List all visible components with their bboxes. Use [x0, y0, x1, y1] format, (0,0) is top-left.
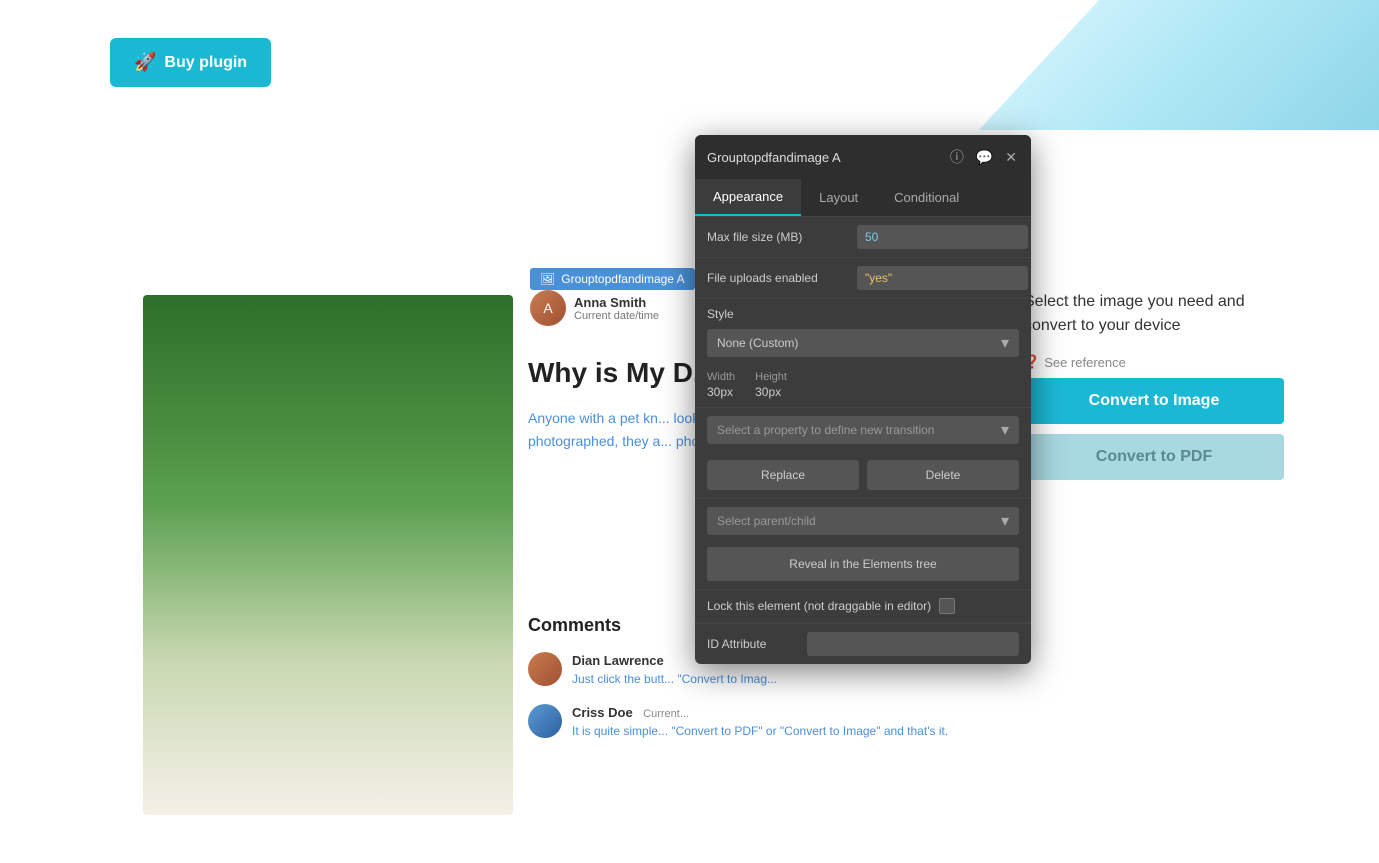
author-name: Anna Smith	[574, 295, 659, 310]
right-side-content: Select the image you need and convert to…	[1024, 290, 1294, 480]
see-reference-link[interactable]: ❓ See reference	[1024, 354, 1294, 370]
action-row: Replace Delete	[695, 452, 1031, 498]
replace-button[interactable]: Replace	[707, 460, 859, 490]
lock-label: Lock this element (not draggable in edit…	[707, 599, 931, 613]
comment-icon-button[interactable]: 💬	[974, 147, 995, 168]
right-side-text: Select the image you need and convert to…	[1024, 290, 1294, 338]
width-value: 30px	[707, 385, 735, 399]
element-selection-bar: 🖼 Grouptopdfandimage A	[530, 268, 695, 290]
commenter-avatar-2	[528, 704, 562, 738]
reveal-label: Reveal in the Elements tree	[789, 557, 936, 571]
parent-child-dropdown[interactable]: Select parent/child	[707, 507, 1019, 535]
panel-body: Max file size (MB) File uploads enabled …	[695, 217, 1031, 664]
buy-plugin-button[interactable]: 🚀 Buy plugin	[110, 38, 271, 87]
author-avatar: A	[530, 290, 566, 326]
tab-conditional[interactable]: Conditional	[876, 179, 977, 216]
style-dropdown[interactable]: None (Custom)	[707, 329, 1019, 357]
author-row: A Anna Smith Current date/time	[530, 290, 659, 326]
commenter-name-2: Criss Doe	[572, 705, 633, 720]
delete-button[interactable]: Delete	[867, 460, 1019, 490]
commenter-avatar-1	[528, 652, 562, 686]
rocket-icon: 🚀	[134, 52, 156, 73]
author-date: Current date/time	[574, 310, 659, 322]
height-label: Height	[755, 371, 787, 383]
element-bar-label: Grouptopdfandimage A	[561, 272, 684, 286]
panel-header: Grouptopdfandimage A ⓘ 💬 ✕	[695, 135, 1031, 179]
comment-icon: 💬	[976, 149, 993, 165]
convert-image-label: Convert to Image	[1089, 392, 1220, 409]
divider-1	[695, 407, 1031, 408]
comment-text-2: It is quite simple... "Convert to PDF" o…	[572, 722, 948, 740]
delete-label: Delete	[926, 468, 961, 482]
file-uploads-label: File uploads enabled	[707, 271, 857, 285]
list-item: Criss Doe Current... It is quite simple.…	[528, 704, 998, 740]
info-icon-button[interactable]: ⓘ	[948, 145, 966, 169]
max-file-size-label: Max file size (MB)	[707, 230, 857, 244]
id-attribute-label: ID Attribute	[707, 637, 797, 651]
style-section-label: Style	[695, 299, 1031, 325]
convert-pdf-label: Convert to PDF	[1096, 448, 1212, 465]
commenter-date-2: Current...	[643, 708, 689, 720]
replace-label: Replace	[761, 468, 805, 482]
width-label: Width	[707, 371, 735, 383]
max-file-size-input[interactable]	[857, 225, 1028, 249]
reveal-elements-button[interactable]: Reveal in the Elements tree	[707, 547, 1019, 581]
panel-header-icons: ⓘ 💬 ✕	[948, 145, 1019, 169]
author-info: Anna Smith Current date/time	[574, 295, 659, 322]
transition-dropdown[interactable]: Select a property to define new transiti…	[707, 416, 1019, 444]
file-uploads-row: File uploads enabled	[695, 258, 1031, 299]
comment-text-1: Just click the butt... "Convert to Imag.…	[572, 670, 777, 688]
height-value: 30px	[755, 385, 787, 399]
style-dropdown-wrapper: None (Custom)	[707, 329, 1019, 357]
panel-tabs: Appearance Layout Conditional	[695, 179, 1031, 217]
file-uploads-input[interactable]	[857, 266, 1028, 290]
width-group: Width 30px	[707, 371, 735, 399]
properties-panel: Grouptopdfandimage A ⓘ 💬 ✕ Appearance La…	[695, 135, 1031, 664]
parent-child-wrapper: Select parent/child	[707, 507, 1019, 535]
dimensions-row: Width 30px Height 30px	[695, 365, 1031, 407]
transition-dropdown-wrapper: Select a property to define new transiti…	[707, 416, 1019, 444]
close-panel-button[interactable]: ✕	[1003, 147, 1019, 168]
convert-to-image-button[interactable]: Convert to Image	[1024, 378, 1284, 424]
lock-checkbox[interactable]	[939, 598, 955, 614]
convert-to-pdf-button[interactable]: Convert to PDF	[1024, 434, 1284, 480]
tab-appearance[interactable]: Appearance	[695, 179, 801, 216]
id-attribute-input[interactable]	[807, 632, 1019, 656]
comment-body-2: Criss Doe Current... It is quite simple.…	[572, 704, 948, 740]
commenter-name-1: Dian Lawrence	[572, 653, 664, 668]
max-file-size-row: Max file size (MB)	[695, 217, 1031, 258]
image-icon: 🖼	[540, 272, 555, 286]
panel-title: Grouptopdfandimage A	[707, 150, 841, 165]
height-group: Height 30px	[755, 371, 787, 399]
tab-layout[interactable]: Layout	[801, 179, 876, 216]
close-icon: ✕	[1005, 149, 1017, 165]
see-reference-label: See reference	[1044, 355, 1126, 370]
lock-row: Lock this element (not draggable in edit…	[695, 590, 1031, 622]
blog-post-image	[143, 295, 513, 815]
buy-plugin-label: Buy plugin	[164, 54, 247, 72]
id-attribute-row: ID Attribute	[695, 623, 1031, 664]
info-icon: ⓘ	[950, 149, 964, 165]
divider-2	[695, 498, 1031, 499]
